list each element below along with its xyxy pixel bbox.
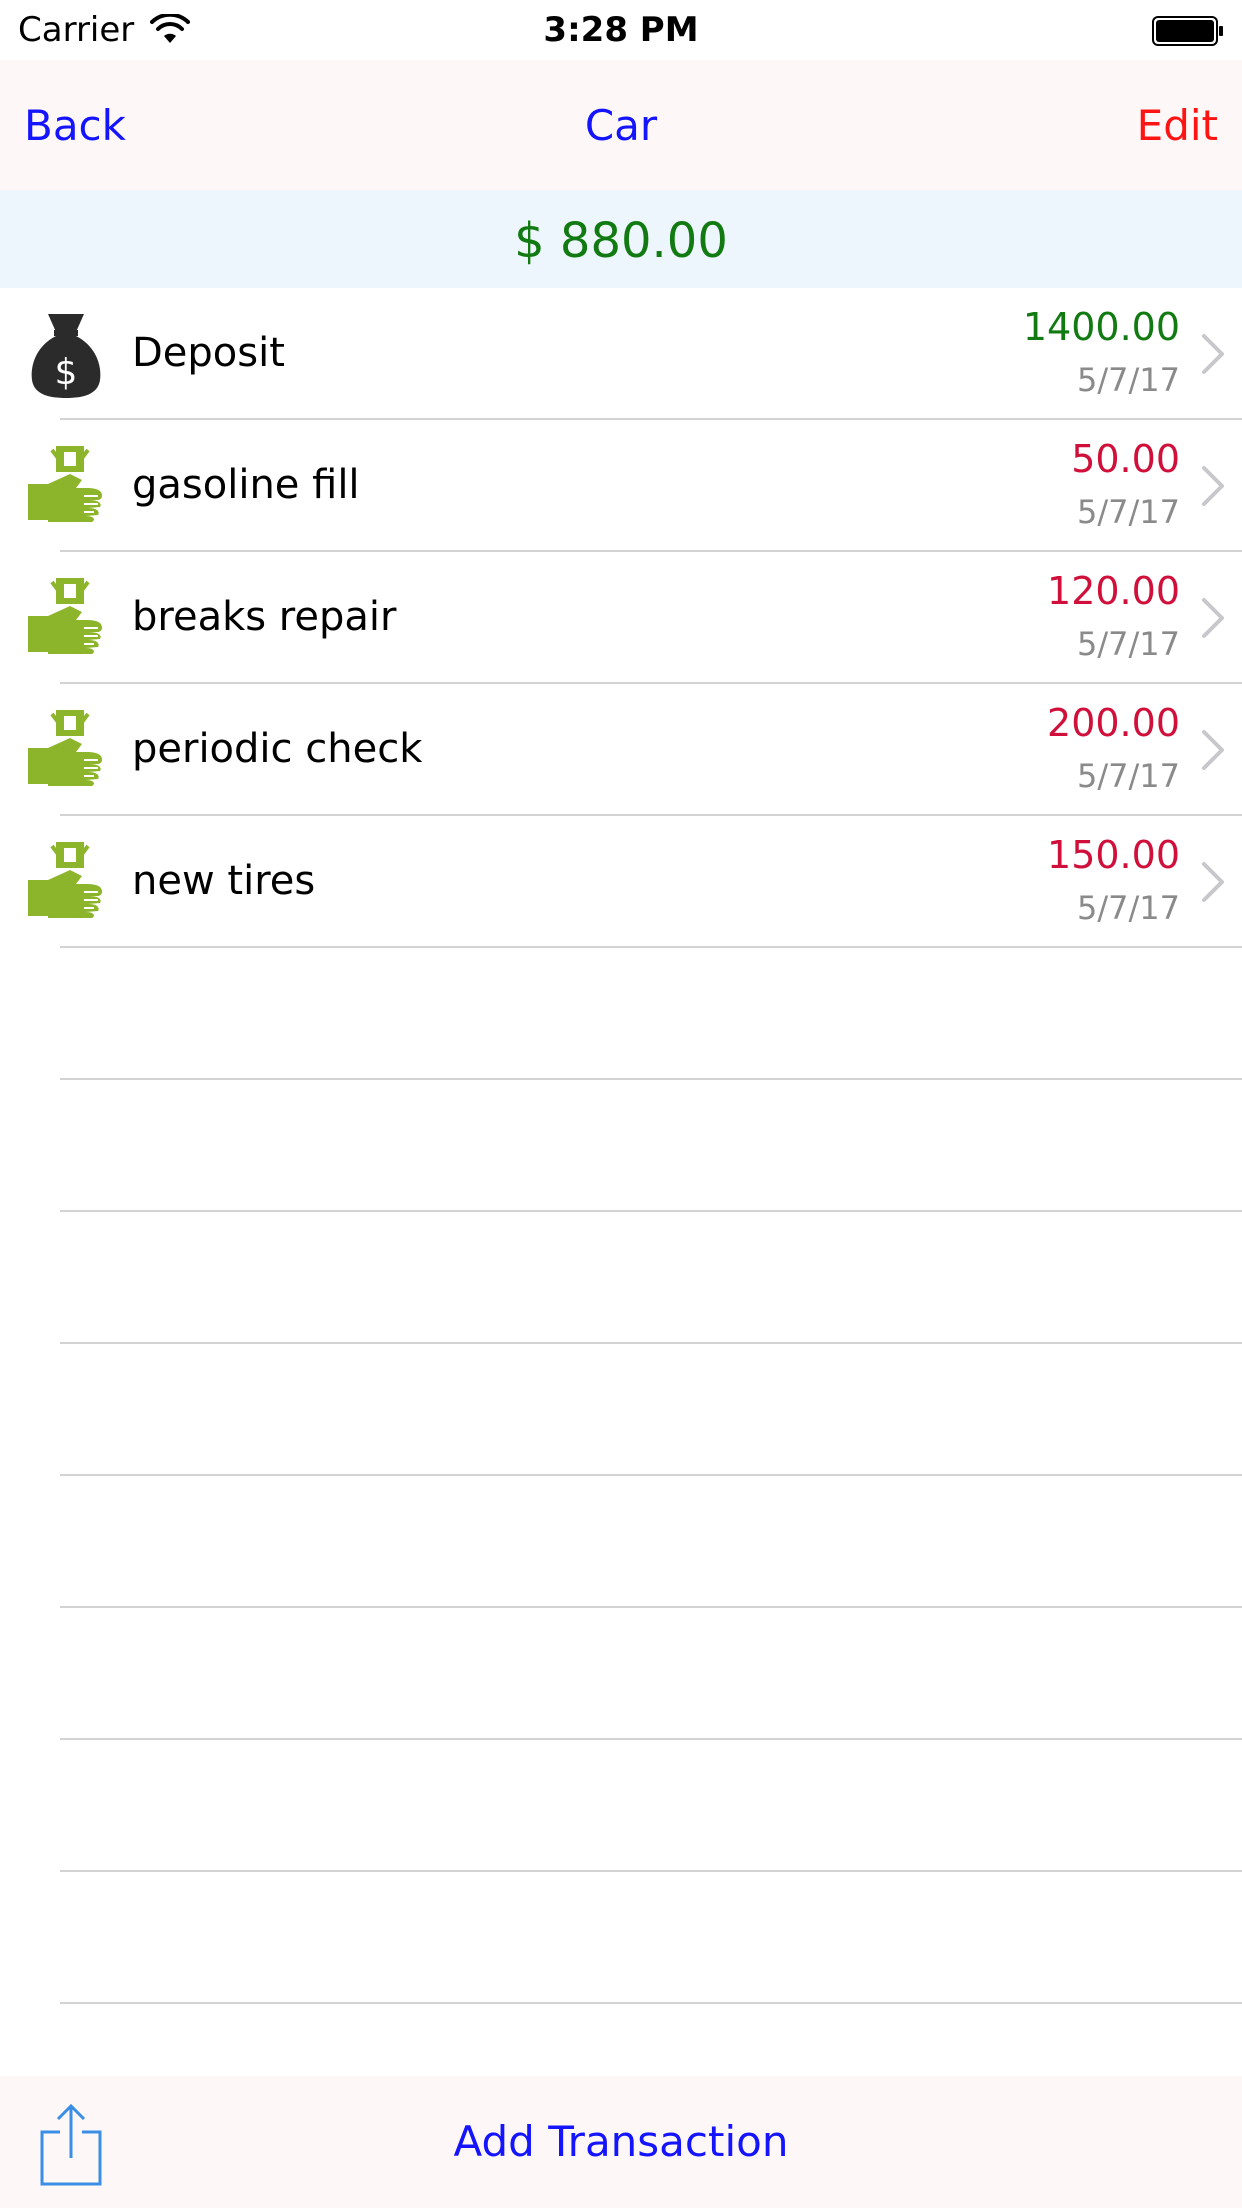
transaction-label: new tires [132,858,316,904]
chevron-right-icon [1202,862,1224,902]
empty-row-divider [60,1474,1242,1476]
nav-bar: Back Car Edit [0,60,1242,190]
transaction-amount: 150.00 [1047,833,1180,877]
balance-bar: $ 880.00 [0,190,1242,288]
transaction-list: $ Deposit 1400.00 5/7/17 gasoline fill 5… [0,288,1242,948]
transaction-date: 5/7/17 [1077,625,1180,663]
svg-text:$: $ [55,352,78,393]
battery-icon [1152,16,1223,46]
money-bag-icon: $ [31,314,101,398]
transaction-amount: 1400.00 [1022,305,1180,349]
empty-row-divider [60,1078,1242,1080]
transaction-row[interactable]: $ Deposit 1400.00 5/7/17 [0,288,1242,420]
transaction-row[interactable]: periodic check 200.00 5/7/17 [0,684,1242,816]
transaction-amount: 200.00 [1047,701,1180,745]
chevron-right-icon [1202,334,1224,374]
bottom-toolbar: Add Transaction [0,2076,1242,2208]
edit-button[interactable]: Edit [1137,100,1218,152]
empty-row-divider [60,1606,1242,1608]
hand-money-icon [28,446,102,522]
chevron-right-icon [1202,598,1224,638]
transaction-label: breaks repair [132,594,397,640]
transaction-amount: 120.00 [1047,569,1180,613]
transaction-date: 5/7/17 [1077,493,1180,531]
transaction-label: gasoline fill [132,462,360,508]
chevron-right-icon [1202,730,1224,770]
hand-money-icon [28,578,102,654]
transaction-date: 5/7/17 [1077,889,1180,927]
status-bar: Carrier 3:28 PM [0,0,1242,60]
page-title: Car [584,101,658,150]
empty-row-divider [60,1342,1242,1344]
empty-row-divider [60,1738,1242,1740]
row-divider [60,946,1242,948]
transaction-row[interactable]: new tires 150.00 5/7/17 [0,816,1242,948]
empty-row-divider [60,1210,1242,1212]
transaction-row[interactable]: gasoline fill 50.00 5/7/17 [0,420,1242,552]
hand-money-icon [28,710,102,786]
balance-amount: $ 880.00 [514,213,728,269]
empty-row-divider [60,1870,1242,1872]
transaction-amount: 50.00 [1071,437,1180,481]
chevron-right-icon [1202,466,1224,506]
status-time: 3:28 PM [543,10,699,50]
transaction-date: 5/7/17 [1077,757,1180,795]
empty-row-divider [60,2002,1242,2004]
transaction-date: 5/7/17 [1077,361,1180,399]
add-transaction-button[interactable]: Add Transaction [0,2116,1242,2168]
screen: Carrier 3:28 PM Back Car Edit $ 880.00 $ [0,0,1242,2208]
transaction-label: Deposit [132,330,285,376]
transaction-row[interactable]: breaks repair 120.00 5/7/17 [0,552,1242,684]
transaction-label: periodic check [132,726,423,772]
hand-money-icon [28,842,102,918]
